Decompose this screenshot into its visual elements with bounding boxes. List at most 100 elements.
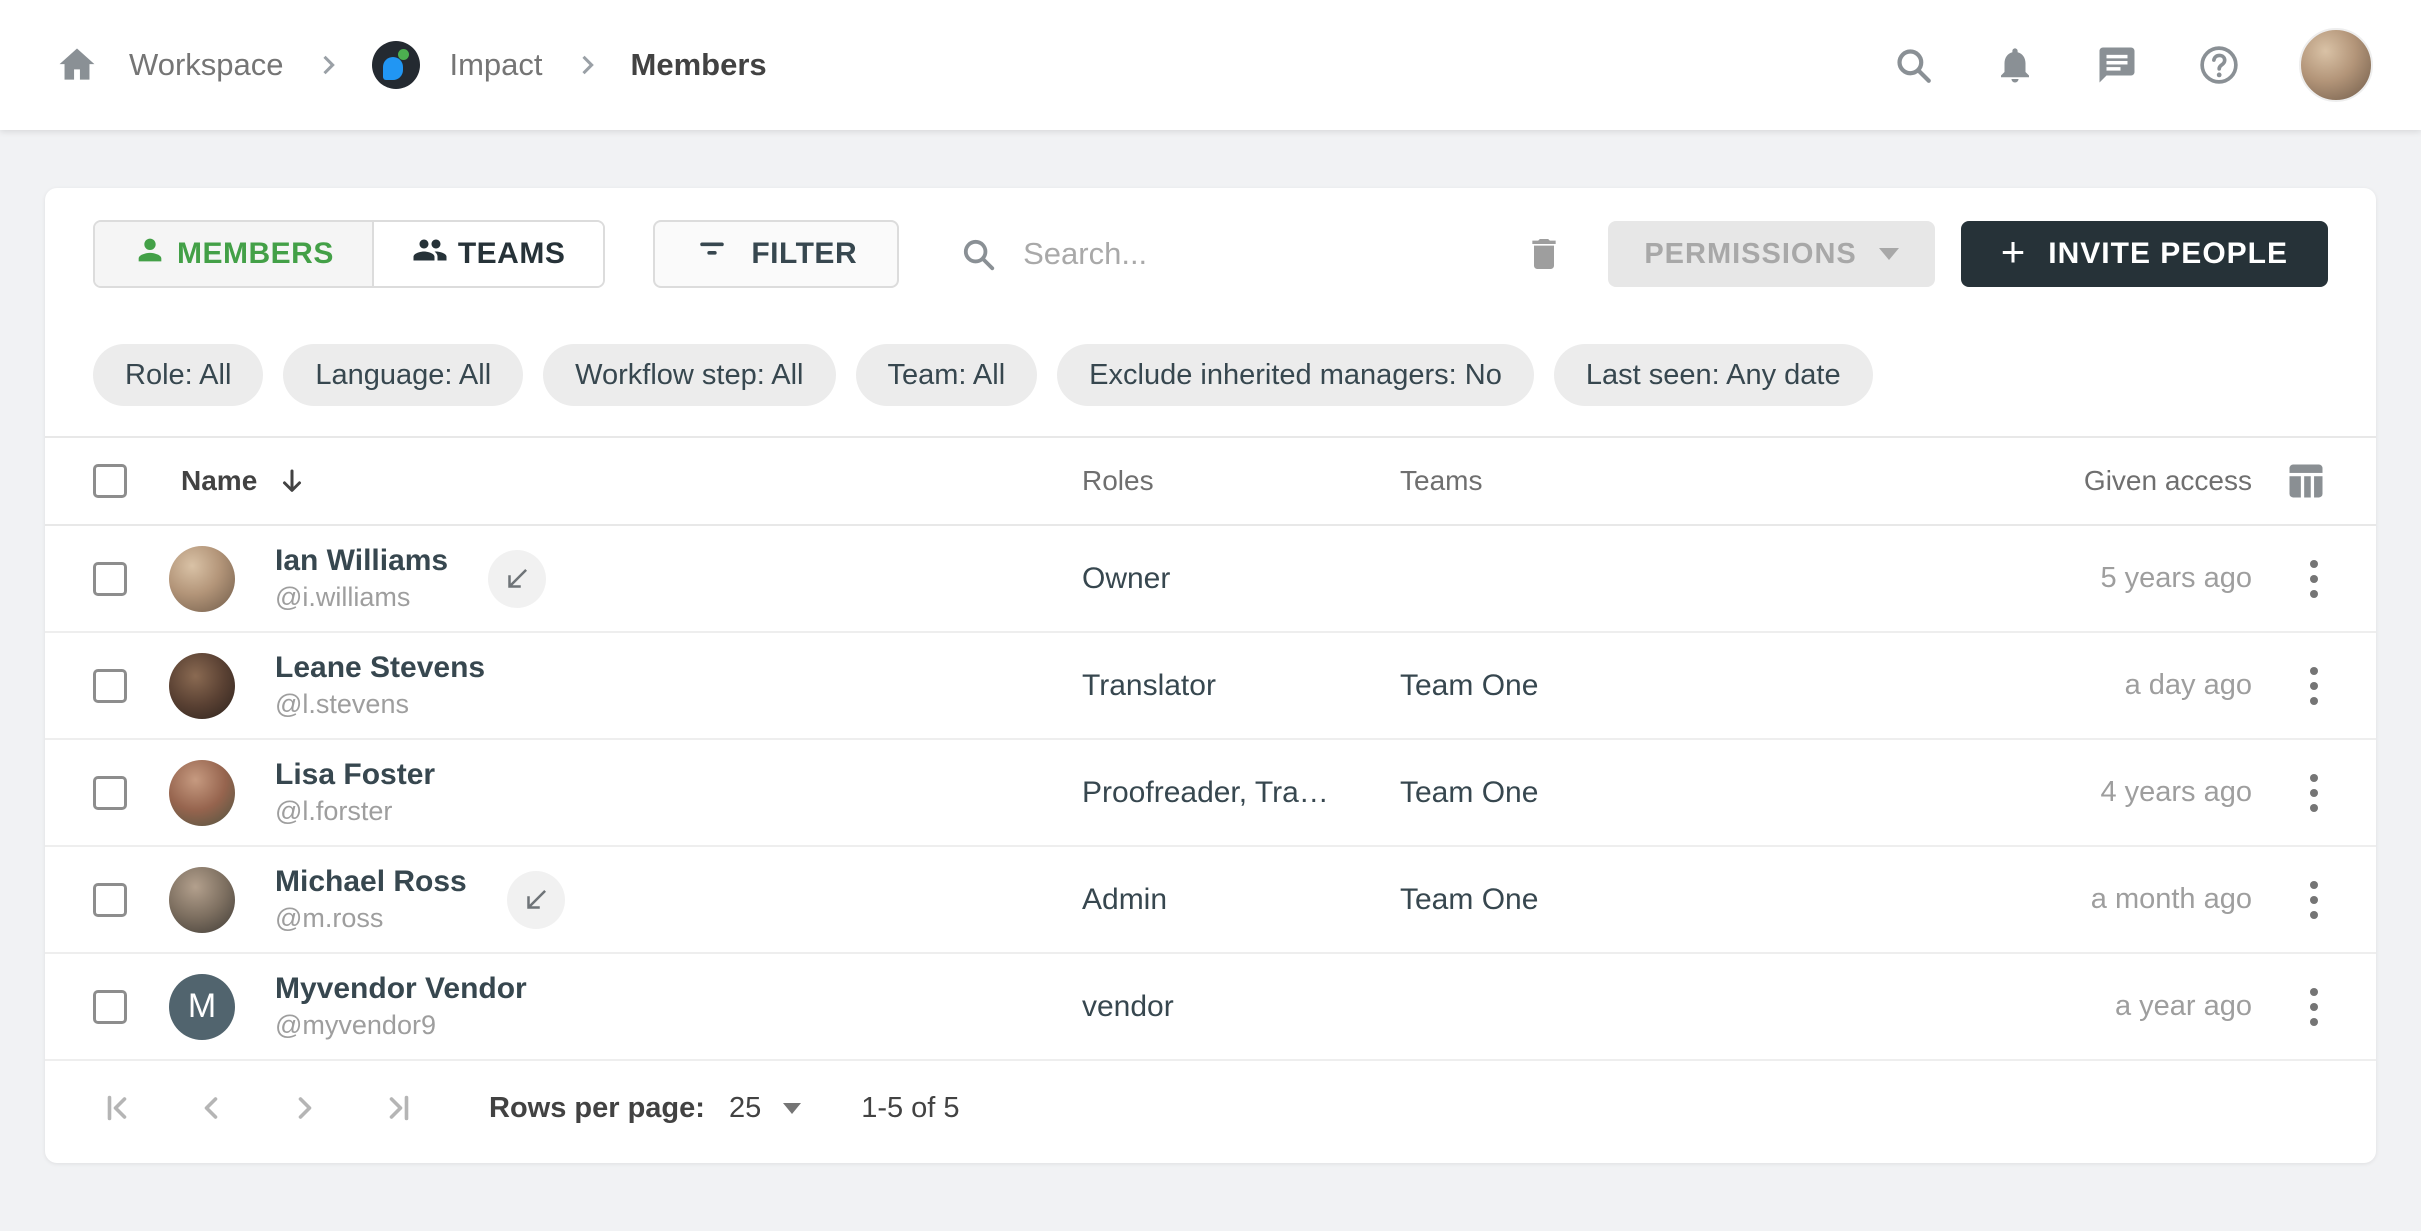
member-given-access: a year ago (1792, 990, 2252, 1023)
column-header-name[interactable]: Name (163, 465, 1082, 497)
last-page-icon[interactable] (375, 1084, 423, 1132)
row-checkbox[interactable] (93, 669, 127, 703)
filter-icon (695, 233, 729, 275)
permissions-button-label: PERMISSIONS (1644, 238, 1856, 271)
delete-trash-icon[interactable] (1524, 234, 1564, 274)
table-row: M Myvendor Vendor @myvendor9 vendor a ye… (45, 954, 2376, 1061)
member-username: @l.stevens (275, 687, 485, 722)
member-name-cell: M Myvendor Vendor @myvendor9 (163, 970, 1082, 1043)
member-username: @m.ross (275, 901, 467, 936)
avatar (169, 867, 235, 933)
row-checkbox[interactable] (93, 776, 127, 810)
member-given-access: 4 years ago (1792, 776, 2252, 809)
caret-down-icon (1879, 248, 1899, 260)
filter-button[interactable]: FILTER (653, 220, 899, 288)
notifications-bell-icon[interactable] (1993, 43, 2037, 87)
member-username: @i.williams (275, 580, 448, 615)
row-menu-kebab-icon[interactable] (2300, 978, 2328, 1036)
breadcrumb-project[interactable]: Impact (450, 47, 543, 83)
column-header-teams[interactable]: Teams (1400, 465, 1792, 497)
table-header: Name Roles Teams Given access (45, 438, 2376, 526)
invite-people-button[interactable]: + INVITE PEOPLE (1961, 221, 2328, 287)
member-teams: Team One (1400, 883, 1792, 917)
table-row: Michael Ross @m.ross Admin Team One a mo… (45, 847, 2376, 954)
search-input[interactable] (1023, 236, 1514, 272)
first-page-icon[interactable] (93, 1084, 141, 1132)
row-checkbox[interactable] (93, 562, 127, 596)
table-row: Ian Williams @i.williams Owner 5 years a… (45, 526, 2376, 633)
table-row: Leane Stevens @l.stevens Translator Team… (45, 633, 2376, 740)
home-icon[interactable] (55, 43, 99, 87)
pagination-bar: Rows per page: 25 1-5 of 5 (45, 1061, 2376, 1155)
chip-team[interactable]: Team: All (856, 344, 1038, 406)
sort-descending-icon (277, 466, 307, 496)
column-settings-icon[interactable] (2284, 459, 2328, 503)
avatar (169, 546, 235, 612)
rows-per-page-caret-icon[interactable] (783, 1103, 801, 1114)
column-header-given-access[interactable]: Given access (1792, 465, 2252, 497)
member-name-cell: Ian Williams @i.williams (163, 542, 1082, 615)
row-checkbox[interactable] (93, 883, 127, 917)
member-name[interactable]: Michael Ross (275, 863, 467, 901)
row-menu-kebab-icon[interactable] (2300, 657, 2328, 715)
row-menu-kebab-icon[interactable] (2300, 871, 2328, 929)
topbar-actions (1891, 28, 2373, 102)
chip-workflow-step[interactable]: Workflow step: All (543, 344, 835, 406)
row-menu-kebab-icon[interactable] (2300, 764, 2328, 822)
help-icon[interactable] (2197, 43, 2241, 87)
tab-teams[interactable]: TEAMS (374, 222, 604, 286)
member-username: @myvendor9 (275, 1008, 527, 1043)
breadcrumb-members: Members (631, 47, 767, 83)
member-given-access: a month ago (1792, 883, 2252, 916)
messages-chat-icon[interactable] (2095, 43, 2139, 87)
column-header-roles[interactable]: Roles (1082, 465, 1400, 497)
row-checkbox[interactable] (93, 990, 127, 1024)
member-roles: Proofreader, Tra… (1082, 776, 1400, 810)
permissions-button[interactable]: PERMISSIONS (1608, 221, 1934, 287)
tab-members-label: MEMBERS (177, 237, 334, 271)
member-name-cell: Michael Ross @m.ross (163, 863, 1082, 936)
next-page-icon[interactable] (281, 1084, 329, 1132)
member-roles: Admin (1082, 883, 1400, 917)
member-name[interactable]: Myvendor Vendor (275, 970, 527, 1008)
avatar (169, 760, 235, 826)
member-teams: Team One (1400, 776, 1792, 810)
row-menu-kebab-icon[interactable] (2300, 550, 2328, 608)
search-icon[interactable] (1891, 43, 1935, 87)
select-all-checkbox[interactable] (93, 464, 127, 498)
chip-language[interactable]: Language: All (283, 344, 523, 406)
previous-page-icon[interactable] (187, 1084, 235, 1132)
top-bar: Workspace Impact Members (0, 0, 2421, 130)
last-login-arrow-icon (488, 550, 546, 608)
chip-last-seen[interactable]: Last seen: Any date (1554, 344, 1873, 406)
chevron-right-icon (314, 51, 342, 79)
member-roles: Translator (1082, 669, 1400, 703)
member-roles: Owner (1082, 562, 1400, 596)
breadcrumb: Workspace Impact Members (55, 41, 767, 89)
breadcrumb-workspace[interactable]: Workspace (129, 47, 284, 83)
search-box (959, 235, 1514, 273)
project-logo[interactable] (372, 41, 420, 89)
member-name[interactable]: Leane Stevens (275, 649, 485, 687)
filter-chips-row: Role: All Language: All Workflow step: A… (45, 288, 2376, 438)
tab-teams-label: TEAMS (458, 237, 566, 271)
tab-members[interactable]: MEMBERS (95, 222, 374, 286)
member-teams: Team One (1400, 669, 1792, 703)
member-name-cell: Leane Stevens @l.stevens (163, 649, 1082, 722)
pagination-range: 1-5 of 5 (861, 1092, 959, 1125)
member-given-access: a day ago (1792, 669, 2252, 702)
member-name[interactable]: Lisa Foster (275, 756, 435, 794)
avatar (169, 653, 235, 719)
chip-exclude-inherited-managers[interactable]: Exclude inherited managers: No (1057, 344, 1534, 406)
members-panel: MEMBERS TEAMS FILTER PERMI (45, 188, 2376, 1163)
rows-per-page-value[interactable]: 25 (729, 1092, 761, 1125)
member-roles: vendor (1082, 990, 1400, 1024)
user-avatar[interactable] (2299, 28, 2373, 102)
member-name[interactable]: Ian Williams (275, 542, 448, 580)
chip-role[interactable]: Role: All (93, 344, 263, 406)
members-toolbar: MEMBERS TEAMS FILTER PERMI (45, 188, 2376, 288)
members-teams-segmented-control: MEMBERS TEAMS (93, 220, 605, 288)
last-login-arrow-icon (507, 871, 565, 929)
invite-people-label: INVITE PEOPLE (2048, 237, 2288, 271)
table-row: Lisa Foster @l.forster Proofreader, Tra…… (45, 740, 2376, 847)
